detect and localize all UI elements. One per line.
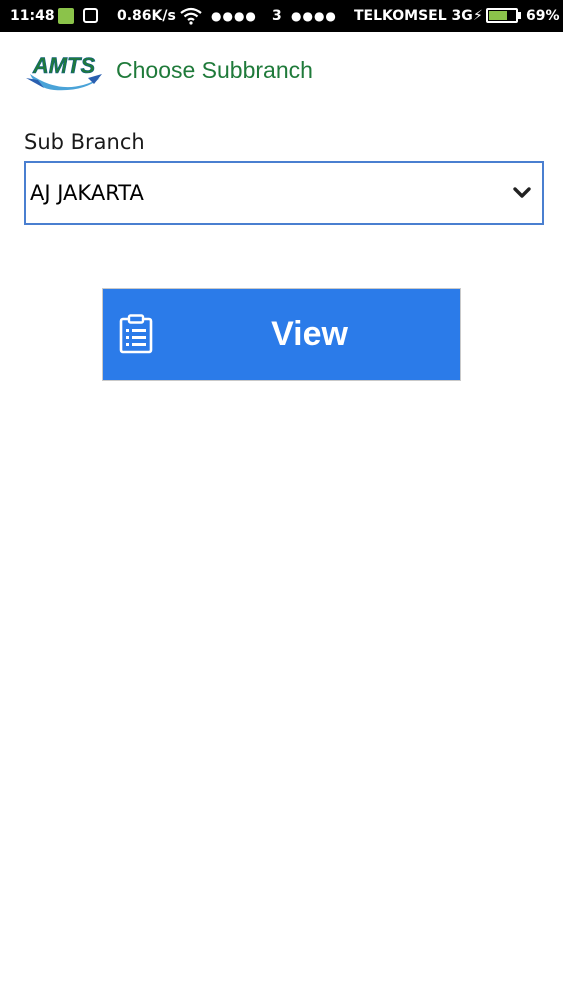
logo-text: AMTS [32, 53, 96, 78]
sub-branch-label: Sub Branch [24, 130, 145, 154]
signal-strength-sim2: ●●●● [291, 9, 337, 23]
page-title: Choose Subbranch [116, 57, 313, 83]
sub-branch-selected-value: AJ JAKARTA [30, 181, 144, 205]
charging-icon: ⚡ [473, 8, 483, 24]
status-time: 11:48 [10, 8, 55, 24]
battery-percent: 69% [526, 8, 560, 24]
battery-tip [518, 12, 521, 19]
wifi-icon [180, 7, 202, 25]
chevron-down-icon [513, 187, 531, 198]
status-bar: 11:48 0.86K/s ●●●● 3 ●●●● TELKOMSEL 3G ⚡… [0, 0, 563, 32]
sim-icon [58, 8, 74, 24]
sub-branch-select[interactable]: AJ JAKARTA [24, 161, 544, 225]
signal-strength-sim1: ●●●● [211, 9, 257, 23]
amts-logo: AMTS [26, 53, 102, 91]
battery-icon [486, 8, 518, 23]
view-button[interactable]: View [102, 288, 461, 381]
battery-level-fill [489, 11, 507, 20]
view-button-label: View [271, 315, 348, 353]
carrier-name: TELKOMSEL 3G [354, 8, 473, 24]
message-icon [83, 8, 98, 23]
sim2-label: 3 [272, 8, 282, 24]
network-speed: 0.86K/s [117, 8, 176, 24]
